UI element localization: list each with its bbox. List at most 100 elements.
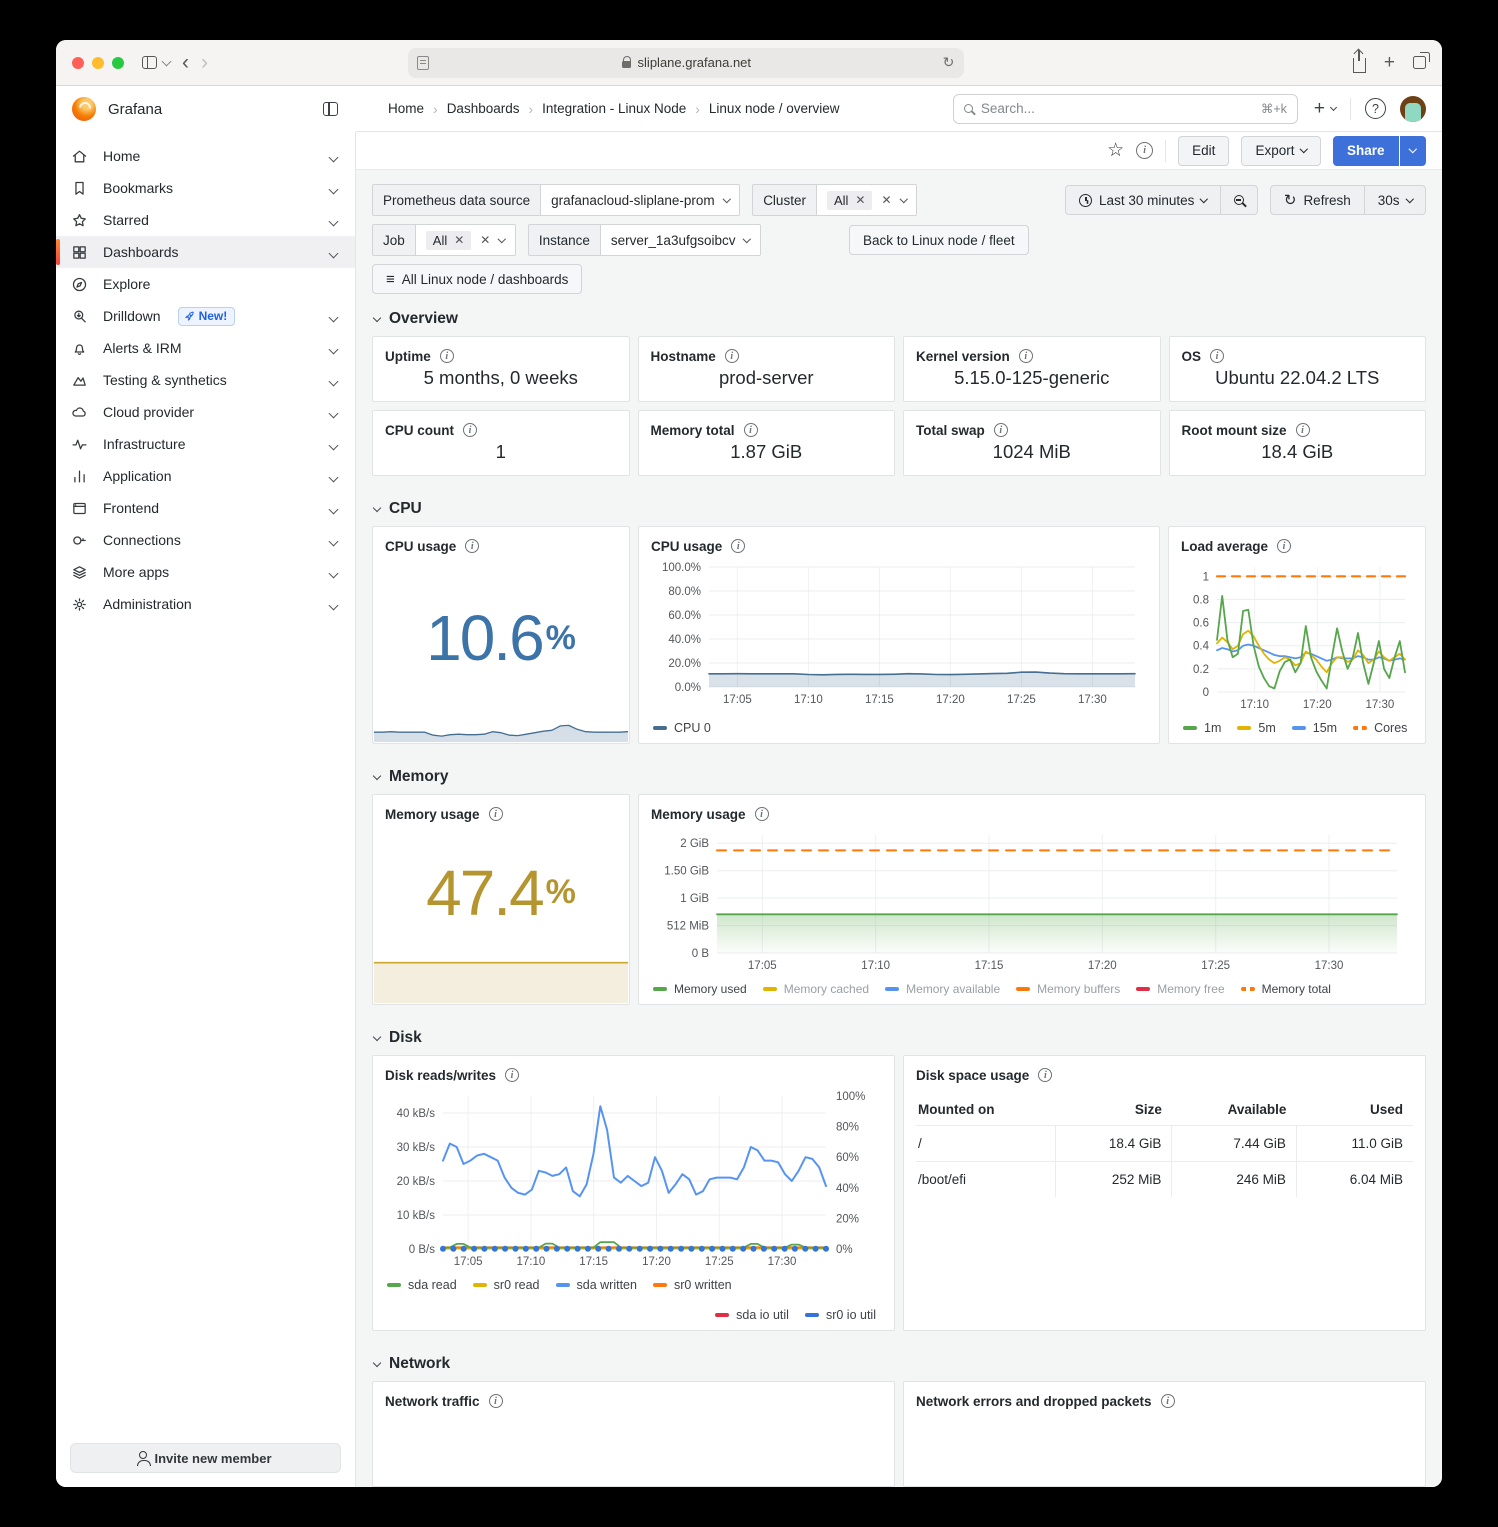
- legend-item[interactable]: Memory free: [1136, 982, 1224, 996]
- column-header[interactable]: Size: [1056, 1094, 1172, 1126]
- sidebar-item-alerts-irm[interactable]: Alerts & IRM: [56, 332, 355, 364]
- chevron-down-icon[interactable]: [330, 500, 337, 516]
- panel-info-icon[interactable]: [1277, 539, 1291, 553]
- panel-info-icon[interactable]: [994, 423, 1008, 437]
- instance-picker[interactable]: Instance server_1a3ufgsoibcv: [528, 224, 761, 256]
- brand[interactable]: Grafana: [72, 97, 162, 121]
- reload-icon[interactable]: ↻: [943, 54, 955, 71]
- close-window-button[interactable]: [72, 57, 84, 69]
- panel-info-icon[interactable]: [1019, 349, 1033, 363]
- panel-info-icon[interactable]: [1038, 1068, 1052, 1082]
- edit-button[interactable]: Edit: [1178, 136, 1229, 166]
- breadcrumb-item[interactable]: Integration - Linux Node: [542, 101, 686, 116]
- chevron-down-icon[interactable]: [330, 212, 337, 228]
- legend-item[interactable]: sr0 written: [653, 1278, 732, 1292]
- column-header[interactable]: Mounted on: [916, 1094, 1056, 1126]
- chevron-down-icon[interactable]: [330, 372, 337, 388]
- minimize-window-button[interactable]: [92, 57, 104, 69]
- legend-item[interactable]: Memory total: [1241, 982, 1331, 996]
- chevron-down-icon[interactable]: [330, 244, 337, 260]
- section-network[interactable]: Network: [374, 1355, 1426, 1373]
- legend-item[interactable]: Memory used: [653, 982, 747, 996]
- legend-item[interactable]: 1m: [1183, 721, 1221, 735]
- share-button[interactable]: Share: [1333, 136, 1399, 166]
- invite-new-member-button[interactable]: Invite new member: [70, 1443, 341, 1473]
- cluster-picker[interactable]: Cluster All✕ ✕: [752, 184, 917, 216]
- legend-item[interactable]: sda io util: [715, 1308, 789, 1322]
- chevron-down-icon[interactable]: [330, 148, 337, 164]
- user-avatar[interactable]: [1400, 96, 1426, 122]
- sidebar-item-more-apps[interactable]: More apps: [56, 556, 355, 588]
- sidebar-item-infrastructure[interactable]: Infrastructure: [56, 428, 355, 460]
- maximize-window-button[interactable]: [112, 57, 124, 69]
- chevron-down-icon[interactable]: [330, 308, 337, 324]
- chevron-down-icon[interactable]: [330, 564, 337, 580]
- forward-button[interactable]: ›: [201, 52, 208, 73]
- sidebar-item-application[interactable]: Application: [56, 460, 355, 492]
- sidebar-item-dashboards[interactable]: Dashboards: [56, 236, 355, 268]
- back-button[interactable]: ‹: [182, 52, 189, 73]
- panel-info-icon[interactable]: [505, 1068, 519, 1082]
- section-overview[interactable]: Overview: [374, 310, 1426, 328]
- add-menu-button[interactable]: +: [1314, 98, 1336, 120]
- chevron-down-icon[interactable]: [330, 468, 337, 484]
- section-disk[interactable]: Disk: [374, 1029, 1426, 1047]
- time-range-picker[interactable]: Last 30 minutes: [1065, 185, 1221, 215]
- clear-icon[interactable]: ✕: [881, 193, 891, 207]
- panel-info-icon[interactable]: [489, 807, 503, 821]
- legend-item[interactable]: Memory buffers: [1016, 982, 1120, 996]
- panel-info-icon[interactable]: [744, 423, 758, 437]
- help-icon[interactable]: ?: [1365, 98, 1386, 119]
- chevron-down-icon[interactable]: [330, 532, 337, 548]
- share-icon[interactable]: [1353, 53, 1366, 73]
- legend-item[interactable]: sr0 read: [473, 1278, 540, 1292]
- refresh-interval-picker[interactable]: 30s: [1365, 185, 1426, 215]
- sidebar-item-administration[interactable]: Administration: [56, 588, 355, 620]
- browser-sidebar-icon[interactable]: [142, 56, 157, 69]
- panel-info-icon[interactable]: [1296, 423, 1310, 437]
- dashboard-info-icon[interactable]: [1136, 142, 1153, 159]
- breadcrumb-item[interactable]: Home: [388, 101, 424, 116]
- sidebar-item-starred[interactable]: Starred: [56, 204, 355, 236]
- back-to-fleet-button[interactable]: Back to Linux node / fleet: [849, 225, 1029, 255]
- chevron-down-icon[interactable]: [330, 340, 337, 356]
- sidebar-item-explore[interactable]: Explore: [56, 268, 355, 300]
- job-picker[interactable]: Job All✕ ✕: [372, 224, 516, 256]
- legend-item[interactable]: sda read: [387, 1278, 457, 1292]
- panel-info-icon[interactable]: [1210, 349, 1224, 363]
- panel-info-icon[interactable]: [731, 539, 745, 553]
- sidebar-item-bookmarks[interactable]: Bookmarks: [56, 172, 355, 204]
- new-tab-icon[interactable]: +: [1384, 52, 1395, 74]
- sidebar-item-testing-synthetics[interactable]: Testing & synthetics: [56, 364, 355, 396]
- legend-item[interactable]: sr0 io util: [805, 1308, 876, 1322]
- zoom-out-time-button[interactable]: [1221, 185, 1258, 215]
- legend-item[interactable]: 15m: [1292, 721, 1337, 735]
- sidebar-item-frontend[interactable]: Frontend: [56, 492, 355, 524]
- panel-info-icon[interactable]: [725, 349, 739, 363]
- sidebar-item-cloud-provider[interactable]: Cloud provider: [56, 396, 355, 428]
- sidebar-caret-icon[interactable]: [163, 61, 170, 65]
- search-input[interactable]: Search... ⌘+k: [953, 94, 1298, 124]
- legend-item[interactable]: sda written: [556, 1278, 637, 1292]
- panel-info-icon[interactable]: [463, 423, 477, 437]
- chevron-down-icon[interactable]: [330, 436, 337, 452]
- sidebar-item-connections[interactable]: Connections: [56, 524, 355, 556]
- legend-item[interactable]: Memory cached: [763, 982, 869, 996]
- address-bar[interactable]: sliplane.grafana.net ↻: [408, 48, 964, 78]
- column-header[interactable]: Used: [1296, 1094, 1413, 1126]
- favorite-star-icon[interactable]: ☆: [1107, 139, 1124, 162]
- legend-item[interactable]: Cores: [1353, 721, 1407, 735]
- clear-icon[interactable]: ✕: [480, 233, 490, 247]
- panel-info-icon[interactable]: [465, 539, 479, 553]
- panel-info-icon[interactable]: [755, 807, 769, 821]
- sidebar-item-drilldown[interactable]: DrilldownNew!: [56, 300, 355, 332]
- chevron-down-icon[interactable]: [330, 180, 337, 196]
- share-caret-button[interactable]: [1400, 136, 1426, 166]
- section-cpu[interactable]: CPU: [374, 500, 1426, 518]
- sidebar-item-home[interactable]: Home: [56, 140, 355, 172]
- panel-info-icon[interactable]: [440, 349, 454, 363]
- legend-item[interactable]: 5m: [1237, 721, 1275, 735]
- breadcrumb-item[interactable]: Dashboards: [447, 101, 520, 116]
- export-button[interactable]: Export: [1241, 136, 1321, 166]
- panel-info-icon[interactable]: [1161, 1394, 1175, 1408]
